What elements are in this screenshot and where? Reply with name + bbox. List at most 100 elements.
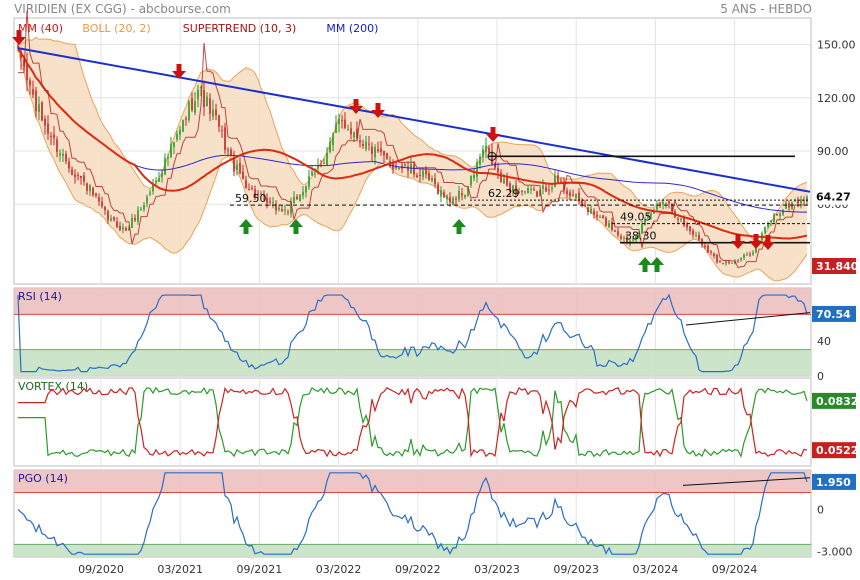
candle-body [251, 187, 253, 189]
candle-body [425, 170, 427, 175]
candle-body [551, 187, 553, 190]
rsi-title: RSI (14) [18, 290, 62, 303]
candle-body [452, 198, 454, 205]
candle-body [722, 263, 724, 265]
candle-body [566, 190, 568, 195]
candle-body [578, 192, 580, 201]
candle-body [536, 191, 538, 197]
x-tick-label: 09/2020 [78, 563, 124, 576]
level-label: 59.50 [235, 192, 267, 205]
candle-body [110, 218, 112, 221]
x-tick-label: 09/2022 [395, 563, 441, 576]
candle-body [32, 89, 34, 95]
buy-arrow [239, 219, 253, 234]
candle-body [203, 90, 205, 108]
candle-body [218, 115, 220, 127]
bollinger-band [18, 37, 807, 281]
rsi-badge-text: 70.54 [816, 308, 851, 321]
candle-body [371, 146, 373, 155]
candle-body [134, 218, 136, 221]
candle-body [404, 164, 406, 167]
candle-body [155, 180, 157, 183]
candle-body [443, 192, 445, 198]
sell-arrow [486, 127, 500, 142]
arrow-shaft [735, 234, 741, 242]
candle-body [431, 178, 433, 181]
candle-body [95, 193, 97, 196]
arrow-shaft [243, 226, 249, 234]
candle-body [191, 98, 193, 111]
candle [329, 136, 331, 154]
candle-body [101, 201, 103, 207]
candle-body [341, 120, 343, 122]
candle-body [554, 175, 556, 187]
candle-body [182, 120, 184, 132]
candle-body [302, 191, 304, 196]
candle-body [293, 196, 295, 204]
candle-body [44, 118, 46, 126]
candle-body [449, 197, 451, 203]
candle-body [764, 227, 766, 234]
candle-body [416, 175, 418, 178]
candle-body [383, 150, 385, 156]
candle-body [86, 183, 88, 191]
candle-body [287, 211, 289, 213]
candle-body [74, 174, 76, 178]
candle-body [710, 251, 712, 253]
candle-body [209, 98, 211, 115]
buy-arrow [650, 257, 664, 272]
candle-body [281, 209, 283, 212]
vortex-plus-badge-text: 0.0832 [816, 395, 858, 408]
candle-body [77, 175, 79, 177]
vortex-plus-badge: 0.0832 [812, 392, 858, 409]
candle-body [350, 128, 352, 135]
candle-body [557, 175, 559, 182]
candle-body [422, 170, 424, 177]
candle-body [131, 217, 133, 229]
candle-body [524, 191, 526, 193]
candle-body [743, 254, 745, 258]
pgo-overbought-zone [14, 470, 811, 493]
candle-body [668, 200, 670, 204]
rsi-badge: 70.54 [812, 305, 856, 322]
candle-body [245, 179, 247, 189]
candle-body [380, 148, 382, 153]
candle-body [716, 254, 718, 263]
candle-body [770, 220, 772, 223]
candle-body [530, 189, 532, 191]
candle-body [677, 218, 679, 220]
candle-body [236, 164, 238, 170]
candle-body [689, 226, 691, 232]
candle-body [503, 178, 505, 184]
candle-body [788, 203, 790, 208]
candle-body [329, 141, 331, 153]
supertrend-badge-text: 31.840 [816, 260, 859, 273]
candle [41, 101, 43, 122]
vortex-title: VORTEX (14) [18, 380, 88, 393]
level-label: 62.29 [488, 187, 520, 200]
candle-body [440, 190, 442, 197]
pgo-badge-text: 1.950 [816, 476, 851, 489]
candle-body [488, 147, 490, 153]
candle [536, 190, 538, 197]
candle-body [533, 189, 535, 191]
pgo-tick-label: -3.000 [817, 545, 852, 558]
candle-body [683, 217, 685, 226]
candle-body [311, 171, 313, 176]
arrow-head [239, 219, 253, 227]
candle [224, 122, 226, 154]
candle-body [704, 245, 706, 247]
candle-body [737, 260, 739, 262]
candle-body [548, 189, 550, 191]
candle-body [665, 202, 667, 204]
candle-body [419, 174, 421, 176]
candle-body [149, 192, 151, 195]
legend-entry: MM (200) [326, 22, 378, 35]
candle-body [587, 207, 589, 213]
arrow-shaft [654, 264, 660, 272]
candle-body [461, 192, 463, 196]
x-tick-label: 03/2022 [316, 563, 362, 576]
candle-body [71, 169, 73, 175]
candle-body [344, 119, 346, 129]
candle-body [188, 101, 190, 121]
